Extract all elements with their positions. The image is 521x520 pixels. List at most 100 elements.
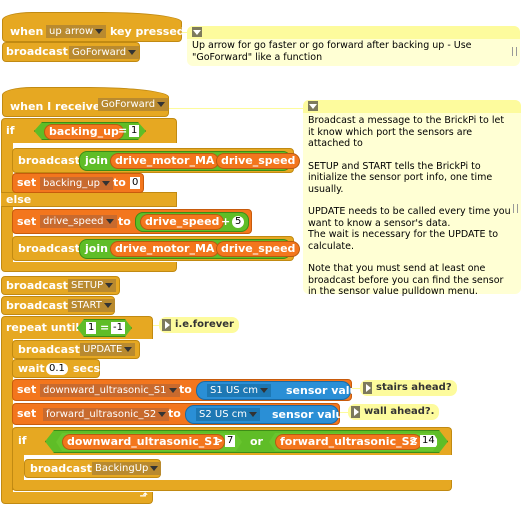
- drive-motor-variable[interactable]: drive_motor_MA: [110, 241, 220, 257]
- if-bottom: [12, 480, 452, 491]
- broadcast-update-block[interactable]: broadcast UPDATE: [12, 340, 140, 359]
- sensor-comment-note[interactable]: Broadcast a message to the BrickPi to le…: [303, 100, 521, 297]
- set-sensor-s1-block[interactable]: set downward_ultrasonic_S1 to S1 US cm s…: [12, 379, 365, 401]
- chevron-down-icon: [168, 387, 177, 393]
- variable-dropdown[interactable]: downward_ultrasonic_S1: [40, 384, 180, 397]
- chevron-down-icon: [248, 411, 257, 417]
- to-label: to: [168, 407, 181, 420]
- value-input[interactable]: 0: [130, 177, 141, 189]
- wall-comment[interactable]: wall ahead?.: [348, 404, 440, 420]
- if-block[interactable]: if downward_ultrasonic_S1 > 7 or forward…: [12, 427, 452, 455]
- seconds-input[interactable]: 0.1: [46, 363, 68, 375]
- add-operator[interactable]: drive_speed + 5: [135, 212, 249, 232]
- else-bar: else: [1, 192, 177, 207]
- broadcast-start-block[interactable]: broadcast START: [1, 296, 115, 315]
- set-variable-block[interactable]: set backing_up to 0: [12, 173, 144, 193]
- loop-arrow-icon: ⬏: [139, 491, 148, 502]
- expand-icon[interactable]: [162, 319, 171, 331]
- comment-paragraph: Broadcast a message to the BrickPi to le…: [308, 115, 505, 149]
- sensor-dropdown[interactable]: S2 US cm: [196, 408, 260, 421]
- drive-speed-variable[interactable]: drive_speed: [140, 214, 225, 230]
- key-dropdown[interactable]: up arrow: [46, 25, 107, 38]
- message-dropdown[interactable]: GoForward: [69, 46, 140, 59]
- backing-up-variable[interactable]: backing_up: [44, 124, 124, 140]
- join-label: join: [85, 154, 108, 167]
- comment-text: wall ahead?.: [364, 406, 435, 417]
- sensor-dropdown[interactable]: S1 US cm: [207, 384, 271, 397]
- repeat-until-block[interactable]: repeat until 1 = -1: [1, 316, 153, 339]
- chevron-down-icon: [103, 302, 112, 308]
- secs-label: secs: [73, 362, 101, 375]
- when-i-receive-block[interactable]: when I receive GoForward: [2, 87, 169, 117]
- drive-speed-variable[interactable]: drive_speed: [216, 153, 301, 169]
- when-label: when: [10, 25, 44, 38]
- less-than-condition[interactable]: forward_ultrasonic_S2 < 14: [269, 433, 439, 451]
- resize-handle-icon[interactable]: [512, 47, 517, 56]
- broadcast-label: broadcast: [18, 343, 80, 356]
- or-label: or: [250, 435, 263, 448]
- chevron-down-icon: [105, 218, 114, 224]
- join-reporter[interactable]: join drive_motor_MA drive_speed: [79, 239, 301, 259]
- variable-dropdown[interactable]: forward_ultrasonic_S2: [43, 408, 170, 421]
- broadcast-label: broadcast: [6, 299, 68, 312]
- greater-than-condition[interactable]: downward_ultrasonic_S1 > 7: [56, 433, 242, 451]
- repeat-until-label: repeat until: [6, 321, 80, 334]
- broadcast-backingup-block[interactable]: broadcast BackingUp: [24, 459, 162, 478]
- broadcast-join-block[interactable]: broadcast join drive_motor_MA drive_spee…: [12, 236, 301, 261]
- set-variable-block[interactable]: set drive_speed to drive_speed + 5: [12, 209, 252, 234]
- left-input[interactable]: 1: [86, 322, 96, 334]
- message-dropdown[interactable]: START: [68, 299, 115, 312]
- when-key-pressed-block[interactable]: when up arrow key pressed: [2, 12, 185, 42]
- comment-paragraph: UPDATE needs to be called every time you…: [308, 206, 511, 252]
- variable-dropdown[interactable]: drive_speed: [40, 215, 117, 228]
- right-input[interactable]: -1: [111, 322, 125, 334]
- expand-icon[interactable]: [363, 382, 372, 394]
- greater-than-operator: >: [214, 434, 224, 447]
- chevron-down-icon: [95, 28, 104, 34]
- forever-comment[interactable]: i.e.forever: [159, 317, 239, 333]
- message-dropdown[interactable]: BackingUp: [92, 462, 162, 475]
- broadcast-label: broadcast: [6, 45, 68, 58]
- message-dropdown[interactable]: UPDATE: [80, 343, 136, 356]
- equals-condition[interactable]: backing_up = 1: [34, 122, 146, 140]
- sensor-value-reporter[interactable]: S1 US cm sensor value: [196, 381, 365, 400]
- value-input[interactable]: 5: [232, 216, 245, 228]
- forward-ultrasonic-variable[interactable]: forward_ultrasonic_S2: [275, 434, 422, 450]
- broadcast-block[interactable]: broadcast GoForward: [2, 42, 140, 62]
- message-dropdown[interactable]: SETUP: [68, 279, 117, 292]
- drive-speed-variable[interactable]: drive_speed: [216, 241, 301, 257]
- chevron-down-icon: [101, 180, 110, 186]
- message-dropdown[interactable]: GoForward: [98, 98, 169, 111]
- stairs-comment[interactable]: stairs ahead?: [360, 380, 457, 396]
- if-label: if: [6, 124, 15, 137]
- resize-handle-icon[interactable]: [513, 204, 518, 213]
- chevron-down-icon: [105, 282, 114, 288]
- broadcast-label: broadcast: [18, 242, 80, 255]
- comment-note[interactable]: Up arrow for go faster or go forward aft…: [187, 26, 520, 66]
- comment-header: [187, 26, 520, 39]
- downward-ultrasonic-variable[interactable]: downward_ultrasonic_S1: [62, 434, 225, 450]
- wait-block[interactable]: wait 0.1 secs: [12, 359, 100, 378]
- variable-dropdown[interactable]: backing_up: [40, 177, 113, 190]
- comment-connector: [169, 108, 306, 109]
- set-label: set: [17, 407, 37, 420]
- sensor-value-reporter[interactable]: S2 US cm sensor value: [185, 405, 351, 424]
- expand-icon[interactable]: [351, 406, 360, 418]
- value-input[interactable]: 14: [420, 435, 437, 447]
- collapse-icon[interactable]: [192, 27, 202, 37]
- set-label: set: [17, 215, 37, 228]
- value-input[interactable]: 1: [129, 125, 139, 137]
- sensor-value-label: sensor value: [272, 408, 351, 421]
- broadcast-join-block[interactable]: broadcast join drive_motor_MA drive_spee…: [12, 148, 301, 173]
- value-input[interactable]: 7: [225, 435, 235, 447]
- equals-condition[interactable]: 1 = -1: [77, 319, 132, 337]
- comment-text: Broadcast a message to the BrickPi to le…: [308, 115, 513, 298]
- equals-operator: =: [118, 124, 128, 137]
- drive-motor-variable[interactable]: drive_motor_MA: [110, 153, 220, 169]
- join-reporter[interactable]: join drive_motor_MA drive_speed: [79, 151, 301, 171]
- chevron-down-icon: [128, 49, 137, 55]
- or-condition[interactable]: downward_ultrasonic_S1 > 7 or forward_ul…: [45, 430, 448, 453]
- broadcast-setup-block[interactable]: broadcast SETUP: [1, 276, 120, 295]
- collapse-icon[interactable]: [308, 101, 318, 111]
- set-sensor-s2-block[interactable]: set forward_ultrasonic_S2 to S2 US cm se…: [12, 403, 351, 425]
